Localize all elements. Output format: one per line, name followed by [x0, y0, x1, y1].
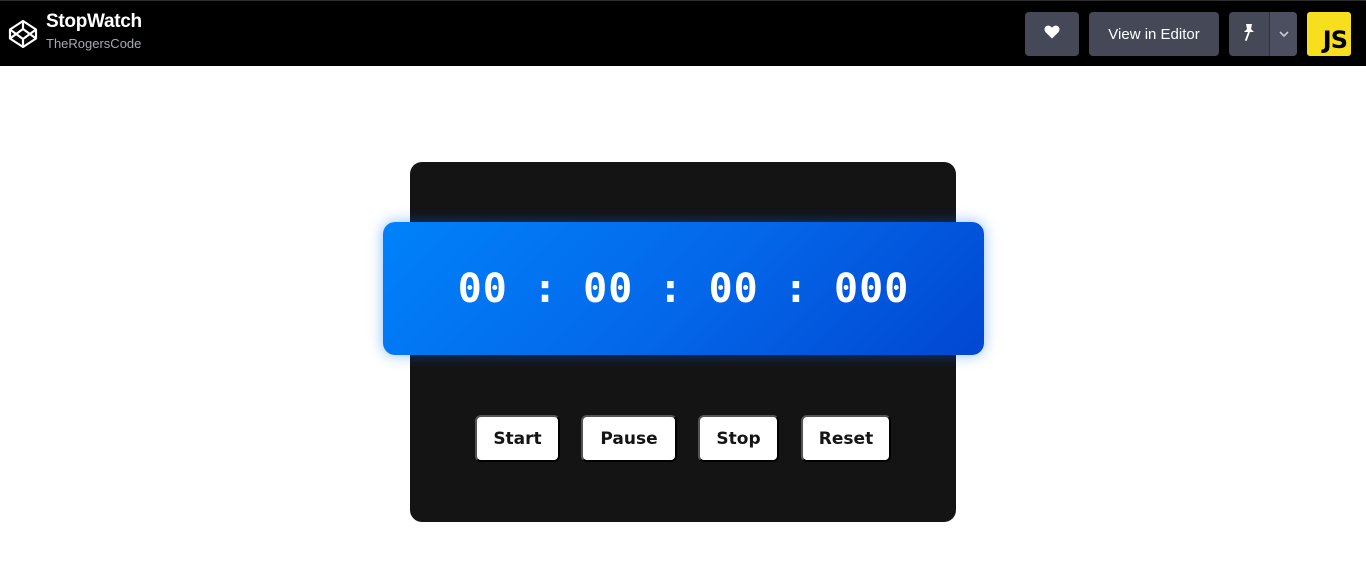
- pen-title: StopWatch: [46, 11, 142, 32]
- pause-button[interactable]: Pause: [581, 415, 677, 462]
- time-separator: :: [783, 265, 809, 312]
- time-readout: 00 : 00 : 00 : 000: [458, 266, 910, 312]
- pin-icon: [1241, 23, 1257, 46]
- hours-value: 00: [457, 265, 508, 312]
- time-separator: :: [658, 265, 684, 312]
- pin-button[interactable]: [1229, 12, 1270, 56]
- minutes-value: 00: [583, 265, 634, 312]
- codepen-header: StopWatch TheRogersCode View in Editor J…: [0, 0, 1366, 66]
- start-button[interactable]: Start: [475, 415, 560, 462]
- js-badge[interactable]: JS: [1307, 12, 1351, 56]
- pen-author[interactable]: TheRogersCode: [46, 35, 142, 53]
- heart-icon: [1044, 25, 1060, 44]
- milliseconds-value: 000: [834, 265, 910, 312]
- view-in-editor-button[interactable]: View in Editor: [1089, 12, 1219, 56]
- reset-button[interactable]: Reset: [801, 415, 891, 462]
- time-display: 00 : 00 : 00 : 000: [383, 222, 984, 355]
- pin-dropdown-button[interactable]: [1270, 12, 1297, 56]
- codepen-logo-icon[interactable]: [8, 19, 38, 49]
- like-button[interactable]: [1025, 12, 1079, 56]
- chevron-down-icon: [1278, 25, 1289, 43]
- js-badge-label: JS: [1322, 26, 1348, 54]
- stop-button[interactable]: Stop: [698, 415, 779, 462]
- pin-button-group: [1229, 12, 1297, 56]
- time-separator: :: [532, 265, 559, 312]
- pen-info: StopWatch TheRogersCode: [46, 11, 142, 53]
- seconds-value: 00: [708, 265, 759, 312]
